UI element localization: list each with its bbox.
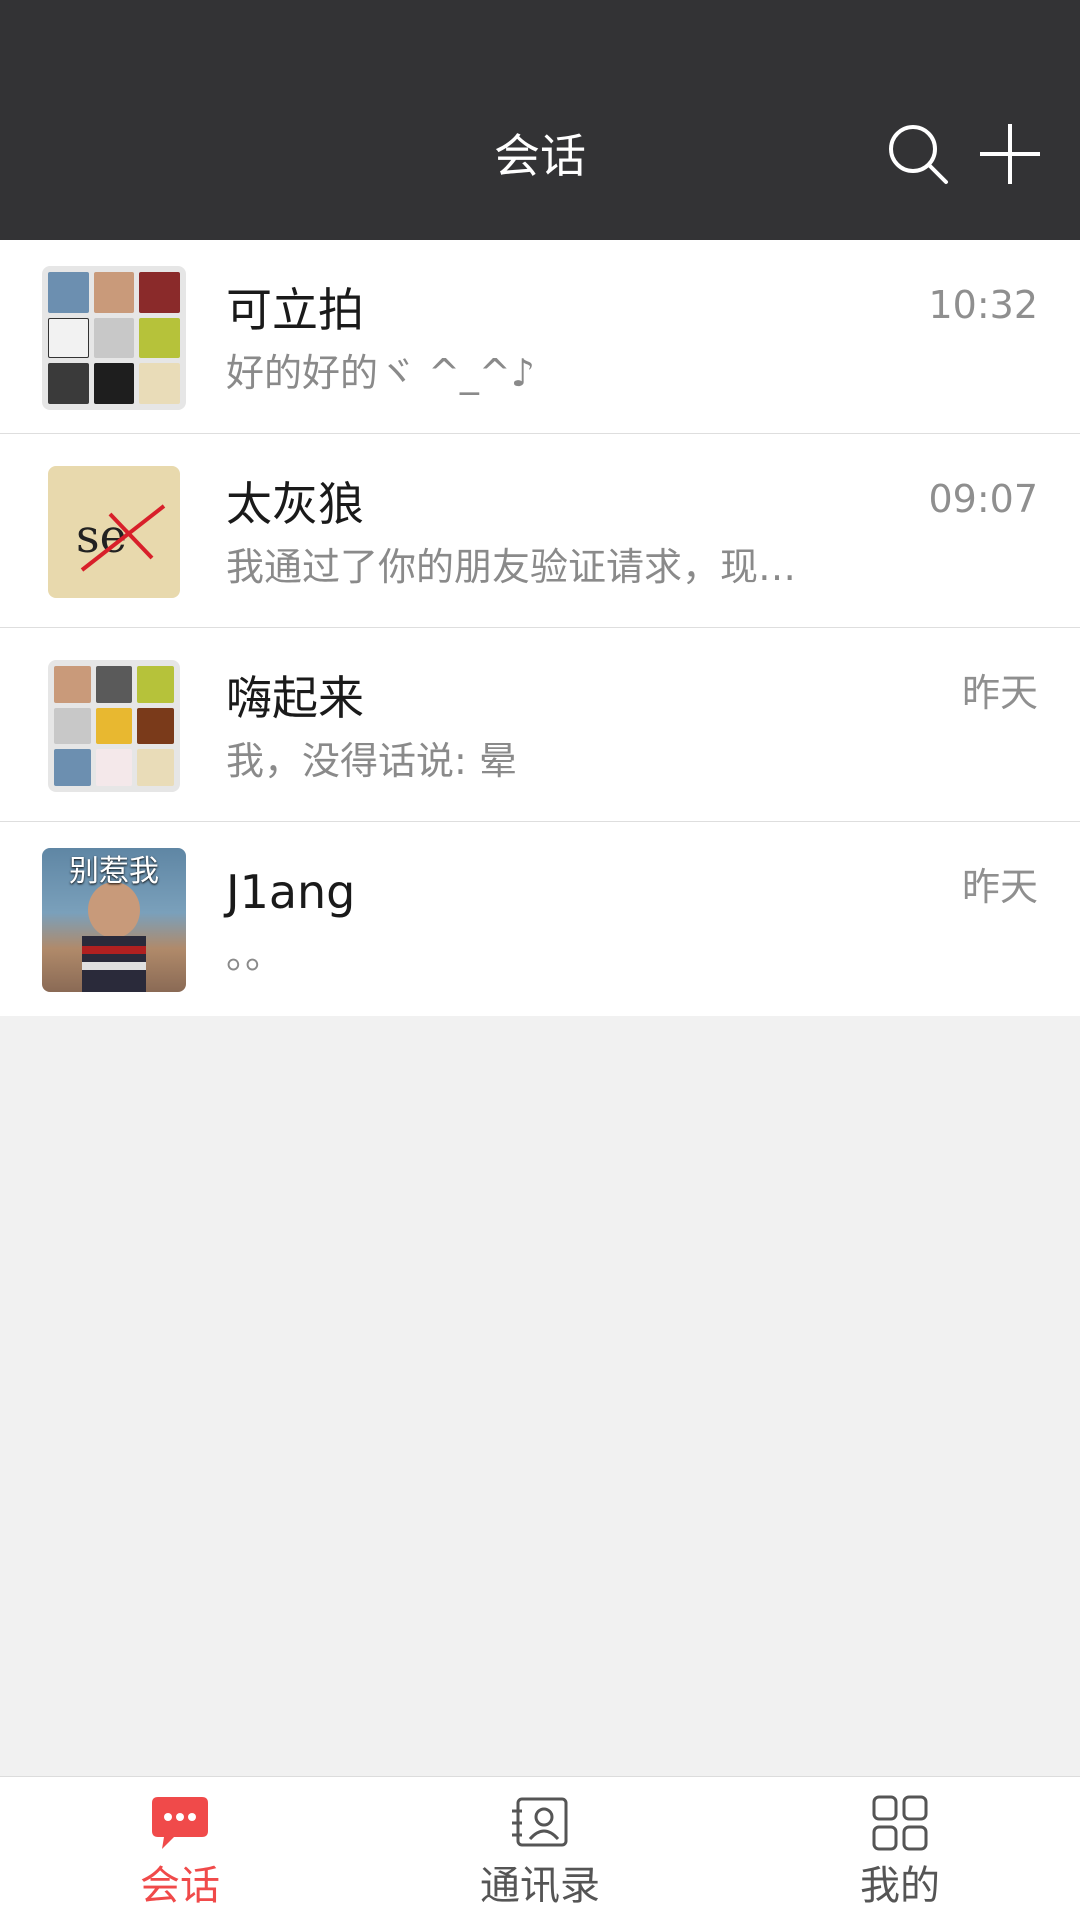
group-avatar	[48, 660, 180, 792]
conversation-time: 昨天	[961, 671, 1038, 715]
conversation-time: 09:07	[928, 477, 1038, 521]
conversation-time: 昨天	[961, 865, 1038, 909]
contacts-icon	[512, 1797, 568, 1847]
conversation-name: J1ang	[226, 865, 356, 919]
conversation-preview: 好的好的ヾ ^_^♪	[226, 351, 536, 395]
user-avatar: 别惹我	[42, 848, 186, 992]
tab-label: 我的	[860, 1863, 940, 1909]
conversation-row[interactable]: 别惹我 J1ang 昨天 。。	[0, 822, 1080, 1016]
conversation-row[interactable]: se 太灰狼 09:07 我通过了你的朋友验证请求，现…	[0, 434, 1080, 628]
tab-label: 会话	[140, 1863, 220, 1909]
group-avatar	[42, 266, 186, 410]
conversation-name: 可立拍	[226, 283, 364, 337]
plus-icon	[980, 124, 1040, 184]
conversation-row[interactable]: 嗨起来 昨天 我，没得话说: 晕	[0, 628, 1080, 822]
search-button[interactable]	[886, 122, 950, 186]
conversation-preview: 我通过了你的朋友验证请求，现…	[226, 545, 797, 589]
user-avatar: se	[48, 466, 180, 598]
add-button[interactable]	[978, 122, 1042, 186]
chat-bubble-icon	[152, 1797, 208, 1849]
conversation-name: 嗨起来	[226, 671, 364, 725]
grid-icon	[872, 1795, 928, 1851]
tab-contacts[interactable]: 通讯录	[360, 1777, 720, 1920]
conversation-time: 10:32	[928, 283, 1038, 327]
conversation-name: 太灰狼	[226, 477, 364, 531]
avatar-caption: 别惹我	[69, 854, 159, 889]
tab-me[interactable]: 我的	[720, 1777, 1080, 1920]
conversation-preview: 。。	[226, 933, 284, 977]
conversation-list: 可立拍 10:32 好的好的ヾ ^_^♪ se 太灰狼 09:07 我通过了你的…	[0, 240, 1080, 1016]
search-icon	[889, 125, 948, 184]
conversation-row[interactable]: 可立拍 10:32 好的好的ヾ ^_^♪	[0, 240, 1080, 434]
top-nav-bar: 会话	[0, 0, 1080, 240]
tab-label: 通讯录	[480, 1863, 600, 1909]
conversation-preview: 我，没得话说: 晕	[226, 739, 517, 783]
tab-conversations[interactable]: 会话	[0, 1777, 360, 1920]
bottom-tab-bar: 会话 通讯录 我的	[0, 1776, 1080, 1920]
